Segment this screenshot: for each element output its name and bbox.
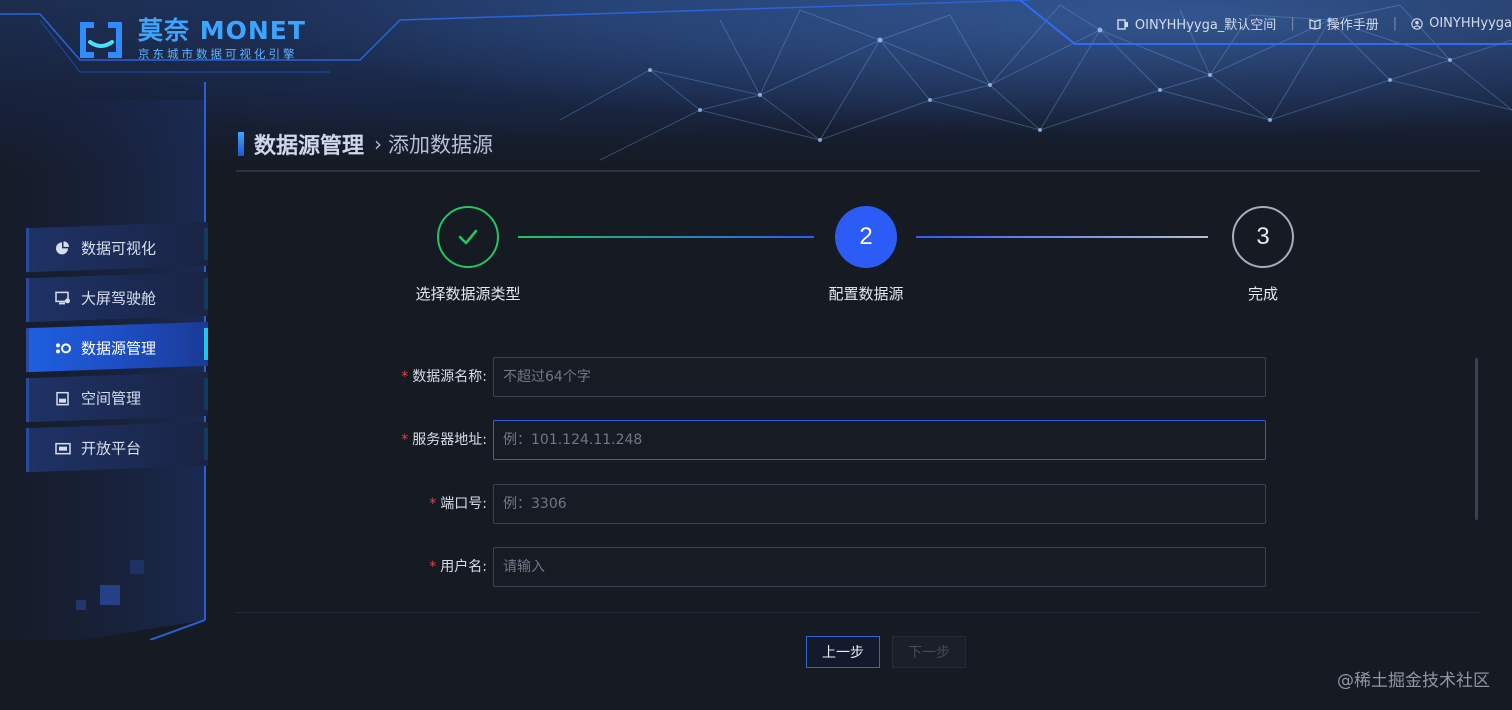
form-row-name: * 数据源名称: (0, 357, 1512, 397)
user-menu[interactable]: OINYHHyyga (1411, 16, 1512, 31)
nav-divider: | (1392, 16, 1398, 31)
step-2-number: 2 (859, 223, 873, 250)
manual-label: 操作手册 (1326, 18, 1379, 33)
workspace-switcher[interactable]: OINYHHyyga_默认空间 (1117, 14, 1276, 33)
prev-step-button[interactable]: 上一步 (806, 636, 880, 668)
step-3-number: 3 (1256, 223, 1270, 250)
required-mark: * (429, 496, 437, 512)
page-subtitle: 添加数据源 (388, 133, 494, 157)
heading-divider (236, 170, 1480, 172)
step-2-circle: 2 (835, 206, 897, 268)
form-row-username: * 用户名: (0, 547, 1512, 587)
breadcrumb: 数据源管理 › 添加数据源 (238, 128, 493, 160)
port-input[interactable] (493, 484, 1266, 524)
workspace-name: OINYHHyyga_默认空间 (1134, 18, 1277, 33)
watermark: @稀土掘金技术社区 (1337, 671, 1490, 691)
username-input[interactable] (493, 547, 1266, 587)
sidebar-item-label: 数据源管理 (81, 338, 157, 357)
username-label: * 用户名: (429, 559, 487, 575)
server-address-input[interactable] (493, 420, 1266, 460)
form-scrollbar[interactable] (1475, 358, 1478, 520)
top-header: 莫奈 MONET 京东城市数据可视化引擎 OINYHHyyga_默认空间 | 操… (0, 0, 1512, 170)
form-row-port: * 端口号: (0, 484, 1512, 524)
next-step-button[interactable]: 下一步 (892, 636, 966, 668)
step-1-label: 选择数据源类型 (415, 285, 521, 303)
datasource-name-input[interactable] (493, 357, 1266, 397)
breadcrumb-separator: › (374, 132, 383, 156)
steps-indicator: 2 3 选择数据源类型 配置数据源 完成 (0, 200, 1512, 310)
brand-subtitle: 京东城市数据可视化引擎 (138, 47, 298, 61)
datasource-icon (56, 342, 71, 353)
manual-link[interactable]: 操作手册 (1309, 14, 1379, 33)
monet-logo-icon (76, 18, 126, 62)
footer-divider (236, 612, 1480, 613)
required-mark: * (429, 559, 437, 575)
required-mark: * (401, 369, 409, 385)
host-label: * 服务器地址: (401, 432, 487, 448)
book-icon (1309, 18, 1321, 30)
check-icon (458, 229, 478, 245)
heading-accent-bar (238, 132, 244, 156)
name-label: * 数据源名称: (401, 369, 487, 385)
step-connector-2 (916, 236, 1208, 238)
step-2-label: 配置数据源 (828, 285, 904, 303)
nav-divider: | (1290, 16, 1295, 31)
workspace-icon (1117, 18, 1128, 30)
step-3-label: 完成 (1247, 285, 1278, 303)
step-3-circle: 3 (1232, 206, 1294, 268)
form-row-host: * 服务器地址: (0, 420, 1512, 460)
step-1-circle (437, 206, 499, 268)
user-nav: OINYHHyyga_默认空间 | 操作手册 | OINYHHyyga (1117, 14, 1512, 33)
user-name: OINYHHyyga (1429, 16, 1512, 31)
brand-logo[interactable]: 莫奈 MONET 京东城市数据可视化引擎 (76, 18, 306, 62)
user-avatar-icon (1411, 17, 1423, 30)
brand-title: 莫奈 MONET (138, 16, 306, 45)
port-label: * 端口号: (429, 496, 487, 512)
page-title[interactable]: 数据源管理 (254, 128, 364, 160)
step-connector-1 (518, 236, 814, 238)
required-mark: * (401, 432, 409, 448)
